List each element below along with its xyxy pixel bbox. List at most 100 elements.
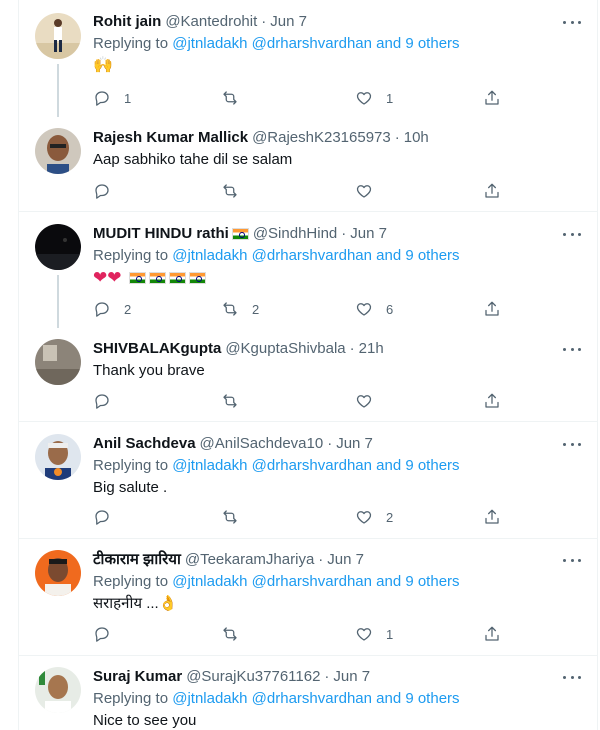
like-button[interactable] [355,182,386,200]
like-button[interactable]: 1 [355,89,393,107]
timestamp[interactable]: Jun 7 [336,434,373,454]
mention-link[interactable]: @jtnladakh [172,247,247,264]
tweet-rajesh-kumar-mallick[interactable]: Rajesh Kumar Mallick @RajeshK23165973 · … [19,117,597,212]
avatar[interactable] [35,434,81,480]
display-name[interactable]: टीकाराम झारिया [93,550,181,570]
tweet-actions: 1 1 [93,89,513,109]
share-button[interactable] [483,182,501,200]
user-handle[interactable]: @TeekaramJhariya [185,550,314,570]
retweet-button[interactable] [221,89,252,107]
user-handle[interactable]: @RajeshK23165973 [252,128,391,148]
retweet-button[interactable] [221,182,252,200]
like-count: 1 [386,626,394,642]
retweet-button[interactable] [221,508,252,526]
avatar[interactable] [35,13,81,59]
avatar[interactable] [35,339,81,385]
reply-icon [95,394,109,409]
retweet-button[interactable]: 2 [221,300,259,318]
tweet-header: Suraj Kumar @SurajKu37761162 · Jun 7 [93,667,581,687]
like-button[interactable]: 1 [355,625,393,643]
share-button[interactable] [483,392,501,410]
replying-prefix: Replying to [93,247,169,264]
tweet-teekaram-jhariya[interactable]: टीकाराम झारिया @TeekaramJhariya · Jun 7 … [19,539,597,656]
share-button[interactable] [483,300,501,318]
avatar[interactable] [35,550,81,596]
mention-link[interactable]: @jtnladakh [172,35,247,52]
tweet-text-hearts: ❤❤ [93,268,122,287]
mention-link[interactable]: @drharshvardhan [252,690,372,707]
tweet-actions: 1 [93,625,513,645]
display-name[interactable]: Anil Sachdeva [93,434,196,454]
tweet-anil-sachdeva[interactable]: Anil Sachdeva @AnilSachdeva10 · Jun 7 Re… [19,422,597,539]
more-icon[interactable] [563,552,581,568]
display-name[interactable]: SHIVBALAKgupta [93,339,221,359]
mention-link[interactable]: @jtnladakh [172,690,247,707]
display-name[interactable]: Rohit jain [93,12,161,32]
timestamp[interactable]: Jun 7 [333,667,370,687]
more-icon[interactable] [563,436,581,452]
reply-button[interactable]: 2 [93,300,131,318]
tweet-content: Suraj Kumar @SurajKu37761162 · Jun 7 Rep… [93,667,581,730]
reply-button[interactable] [93,625,124,643]
share-button[interactable] [483,625,501,643]
more-icon[interactable] [563,226,581,242]
tweet-content: टीकाराम झारिया @TeekaramJhariya · Jun 7 … [93,550,581,614]
reply-button[interactable] [93,182,124,200]
mention-link[interactable]: @drharshvardhan [252,573,372,590]
timestamp[interactable]: 10h [404,128,429,148]
timestamp[interactable]: 21h [359,339,384,359]
tweet-header: Rajesh Kumar Mallick @RajeshK23165973 · … [93,128,581,148]
share-button[interactable] [483,89,501,107]
reply-button[interactable]: 1 [93,89,131,107]
tweet-suraj-kumar[interactable]: Suraj Kumar @SurajKu37761162 · Jun 7 Rep… [19,656,597,730]
display-name[interactable]: MUDIT HINDU rathi [93,224,229,244]
user-handle[interactable]: @SurajKu37761162 [186,667,320,687]
display-name[interactable]: Suraj Kumar [93,667,182,687]
others-link[interactable]: and 9 others [376,457,459,474]
others-link[interactable]: and 9 others [376,573,459,590]
others-link[interactable]: and 9 others [376,690,459,707]
more-icon[interactable] [563,669,581,685]
retweet-icon [223,627,237,641]
like-button[interactable]: 6 [355,300,393,318]
avatar[interactable] [35,224,81,270]
share-icon [485,626,499,641]
retweet-button[interactable] [221,625,252,643]
mention-link[interactable]: @drharshvardhan [252,35,372,52]
more-icon[interactable] [563,341,581,357]
timestamp[interactable]: Jun 7 [350,224,387,244]
user-handle[interactable]: @Kantedrohit [165,12,257,32]
heart-icon [356,511,372,524]
tweet-mudit-hindu-rathi[interactable]: MUDIT HINDU rathi @SindhHind · Jun 7 Rep… [19,212,597,328]
avatar[interactable] [35,128,81,174]
mention-link[interactable]: @drharshvardhan [252,247,372,264]
share-button[interactable] [483,508,501,526]
display-name[interactable]: Rajesh Kumar Mallick [93,128,248,148]
like-button[interactable] [355,392,386,410]
timestamp[interactable]: Jun 7 [270,12,307,32]
others-link[interactable]: and 9 others [376,35,459,52]
mention-link[interactable]: @jtnladakh [172,573,247,590]
replying-prefix: Replying to [93,35,169,52]
like-button[interactable]: 2 [355,508,393,526]
user-handle[interactable]: @AnilSachdeva10 [200,434,324,454]
india-flag-icon [231,228,249,240]
retweet-icon [223,91,237,105]
more-icon[interactable] [563,14,581,30]
reply-button[interactable] [93,392,124,410]
user-handle[interactable]: @SindhHind [253,224,337,244]
others-link[interactable]: and 9 others [376,247,459,264]
retweet-icon [223,394,237,408]
tweet-rohit-jain[interactable]: Rohit jain @Kantedrohit · Jun 7 Replying… [19,0,597,117]
timestamp[interactable]: Jun 7 [327,550,364,570]
india-flag-icon [188,272,206,284]
mention-link[interactable]: @drharshvardhan [252,457,372,474]
mention-link[interactable]: @jtnladakh [172,457,247,474]
reply-button[interactable] [93,508,124,526]
retweet-icon [223,510,237,524]
india-flag-icon [128,272,146,284]
user-handle[interactable]: @KguptaShivbala [225,339,345,359]
tweet-shivbalakgupta[interactable]: SHIVBALAKgupta @KguptaShivbala · 21h Tha… [19,328,597,422]
retweet-button[interactable] [221,392,252,410]
avatar[interactable] [35,667,81,713]
